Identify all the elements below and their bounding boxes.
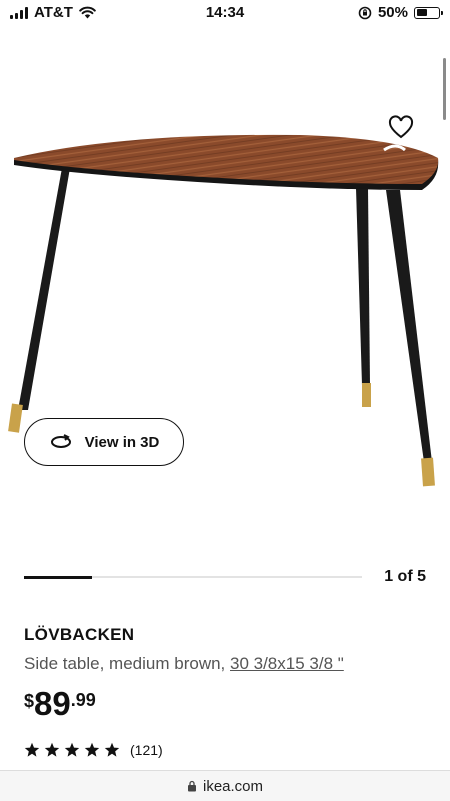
- star-icon: [84, 742, 100, 757]
- price-currency: $: [24, 691, 35, 711]
- star-icon: [24, 742, 40, 757]
- battery-percent: 50%: [377, 4, 408, 21]
- star-icon: [104, 742, 120, 757]
- lock-icon: [187, 780, 196, 792]
- heart-icon[interactable]: [388, 115, 414, 141]
- star-icon: [44, 742, 60, 757]
- carousel-track: [24, 575, 362, 579]
- battery-icon: [414, 6, 443, 19]
- price-decimal: .99: [70, 690, 96, 710]
- url-text: ikea.com: [202, 777, 264, 795]
- view-in-3d-label: View in 3D: [84, 433, 160, 451]
- product-name[interactable]: LÖVBACKEN: [24, 625, 134, 645]
- product-description: Side table, medium brown, 30 3/8x15 3/8 …: [24, 654, 344, 674]
- image-carousel-indicator: 1 of 5: [24, 568, 426, 588]
- rotation-lock-icon: [358, 6, 372, 19]
- carousel-progress: [24, 575, 92, 579]
- product-description-text: Side table, medium brown,: [24, 654, 230, 673]
- star-icon: [64, 742, 80, 757]
- status-bar: AT&T 14:34 50%: [0, 0, 450, 26]
- browser-address-bar[interactable]: ikea.com: [0, 770, 450, 801]
- review-count: (121): [130, 742, 163, 758]
- product-rating[interactable]: (121): [24, 742, 163, 758]
- view-in-3d-button[interactable]: View in 3D: [24, 418, 184, 466]
- product-dimensions-link[interactable]: 30 3/8x15 3/8 ": [230, 654, 344, 673]
- price-integer: 89: [34, 685, 71, 722]
- rotate-3d-icon: [50, 434, 71, 448]
- status-right: 50%: [358, 4, 443, 21]
- carousel-counter: 1 of 5: [384, 568, 426, 585]
- product-price: $ 89 .99: [24, 686, 96, 722]
- rating-stars: [24, 742, 120, 758]
